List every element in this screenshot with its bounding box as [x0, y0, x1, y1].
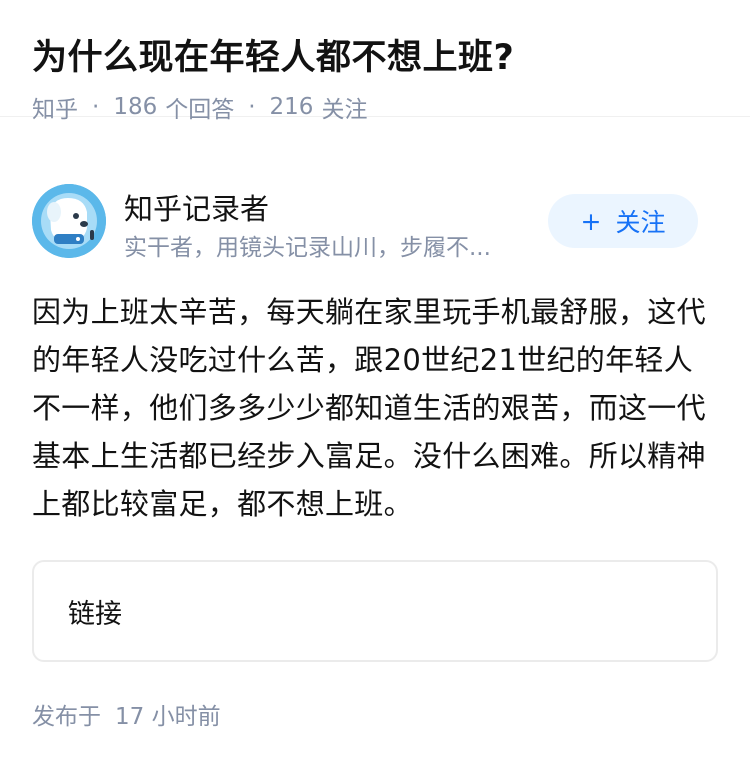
follower-count-label[interactable]: 关注 [321, 90, 367, 124]
link-card-label: 链接 [68, 598, 122, 630]
source-label[interactable]: 知乎 [32, 90, 78, 124]
answer-content: 因为上班太辛苦，每天躺在家里玩手机最舒服，这代的年轻人没吃过什么苦，跟20世纪2… [32, 295, 706, 521]
answer-count: 186 [113, 94, 158, 120]
author-bio: 实干者，用镜头记录山川，步履不... [124, 235, 491, 261]
follower-count: 216 [269, 94, 314, 120]
avatar[interactable] [32, 184, 106, 258]
link-card[interactable]: 链接 [32, 560, 718, 662]
follow-button-label: 关注 [615, 208, 666, 237]
meta-separator: · [248, 94, 256, 120]
published-label: 发布于 [32, 704, 101, 730]
follow-button[interactable]: + 关注 [548, 194, 698, 248]
dog-mascot-icon [32, 184, 106, 258]
question-meta: 知乎 · 186 个回答 · 216 关注 [32, 90, 718, 124]
meta-separator: · [92, 94, 100, 120]
plus-icon: + [580, 206, 602, 236]
question-title[interactable]: 为什么现在年轻人都不想上班? [32, 34, 718, 82]
publish-info: 发布于 17 小时前 [32, 697, 221, 731]
author-card: 知乎记录者 实干者，用镜头记录山川，步履不... + 关注 [32, 184, 718, 264]
author-name[interactable]: 知乎记录者 [124, 186, 269, 228]
answer-count-label[interactable]: 个回答 [165, 90, 234, 124]
question-header: 为什么现在年轻人都不想上班? 知乎 · 186 个回答 · 216 关注 [0, 0, 750, 123]
published-time: 17 小时前 [115, 704, 221, 730]
